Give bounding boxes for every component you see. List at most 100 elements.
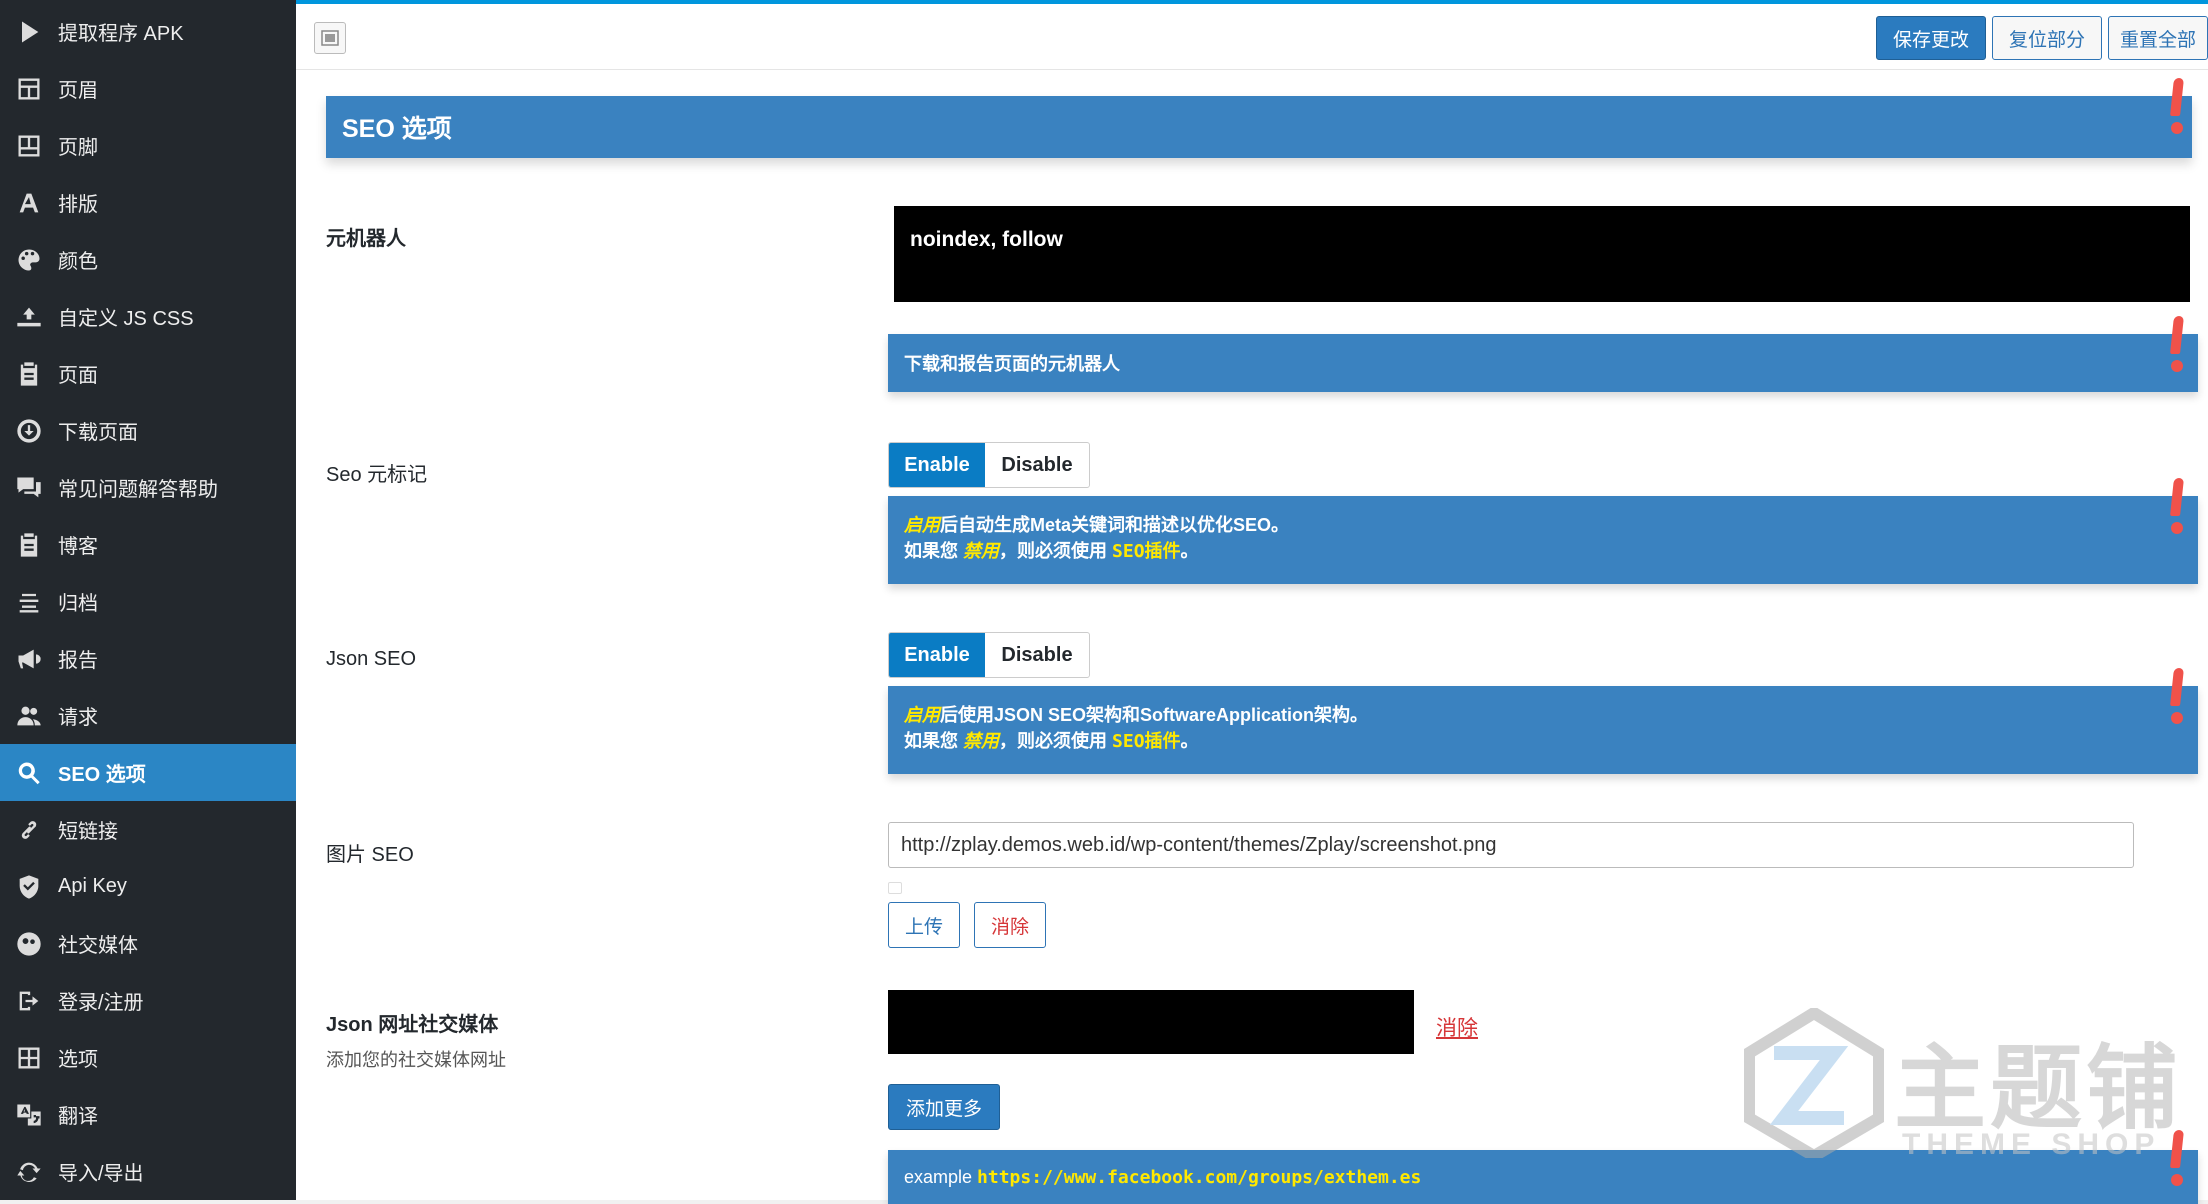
json-seo-enable-button[interactable]: Enable [889, 633, 985, 677]
watermark-subtext: THEME SHOP [1902, 1128, 2161, 1161]
palette-icon [0, 246, 58, 274]
expand-options-button[interactable] [314, 22, 346, 54]
field-label-json-social: Json 网址社交媒体 [326, 1014, 499, 1036]
link-icon [0, 816, 58, 844]
sidebar-item-login-register[interactable]: 登录/注册 [0, 972, 296, 1029]
sidebar-item-label: 选项 [58, 1049, 98, 1071]
seo-meta-info-box: 启用后自动生成Meta关键词和描述以优化SEO。 如果您 禁用，则必须使用 SE… [888, 496, 2198, 584]
remove-social-link[interactable]: 消除 [1436, 1012, 1478, 1042]
image-url-input[interactable]: http://zplay.demos.web.id/wp-content/the… [888, 822, 2134, 868]
translate-icon [0, 1101, 58, 1129]
enable-highlight: 启用 [904, 705, 940, 725]
warning-exclamation-icon [2166, 668, 2188, 726]
sidebar-item-download-page[interactable]: 下载页面 [0, 402, 296, 459]
refresh-icon [0, 1158, 58, 1186]
image-preview-placeholder [888, 882, 902, 894]
save-changes-button[interactable]: 保存更改 [1876, 16, 1986, 60]
sidebar-item-import-export[interactable]: 导入/导出 [0, 1143, 296, 1200]
users-icon [0, 702, 58, 730]
sidebar-item-social-media[interactable]: 社交媒体 [0, 915, 296, 972]
sidebar-item-label: 下载页面 [58, 422, 138, 444]
sidebar-item-label: 导入/导出 [58, 1163, 144, 1185]
play-icon [0, 18, 58, 46]
example-url: https://www.facebook.com/groups/exthem.e… [977, 1166, 1422, 1188]
robots-info-box: 下载和报告页面的元机器人 [888, 334, 2198, 392]
sidebar-item-label: 排版 [58, 194, 98, 216]
seo-meta-enable-button[interactable]: Enable [889, 443, 985, 487]
reset-section-button[interactable]: 复位部分 [1992, 16, 2102, 60]
reset-all-button[interactable]: 重置全部 [2108, 16, 2208, 60]
sidebar-item-label: 归档 [58, 593, 98, 615]
clipboard-icon [0, 531, 58, 559]
json-seo-info-box: 启用后使用JSON SEO架构和SoftwareApplication架构。 如… [888, 686, 2198, 774]
sidebar-item-label: 页面 [58, 365, 98, 387]
sidebar-item-label: SEO 选项 [58, 764, 146, 786]
enable-highlight: 启用 [904, 515, 940, 535]
layout-icon [0, 132, 58, 160]
panel-icon [321, 30, 339, 46]
seo-plugin-highlight: SEO插件 [1112, 731, 1181, 752]
download-icon [0, 417, 58, 445]
sidebar-item-blog[interactable]: 博客 [0, 516, 296, 573]
sidebar-item-pages[interactable]: 页面 [0, 345, 296, 402]
json-seo-disable-button[interactable]: Disable [985, 633, 1089, 677]
add-more-button[interactable]: 添加更多 [888, 1084, 1000, 1130]
warning-exclamation-icon [2166, 478, 2188, 536]
comments-icon [0, 474, 58, 502]
people-icon [0, 930, 58, 958]
sidebar-item-label: 提取程序 APK [58, 23, 184, 45]
field-label-image-seo: 图片 SEO [326, 844, 414, 866]
robots-info-text: 下载和报告页面的元机器人 [904, 354, 1120, 374]
sidebar-item-label: 请求 [58, 707, 98, 729]
sidebar-item-faq[interactable]: 常见问题解答帮助 [0, 459, 296, 516]
sidebar-item-header[interactable]: 页眉 [0, 60, 296, 117]
sidebar-item-options[interactable]: 选项 [0, 1029, 296, 1086]
disable-highlight: 禁用 [963, 731, 1000, 751]
sidebar-item-extract-apk[interactable]: 提取程序 APK [0, 3, 296, 60]
info-text: 。 [1180, 541, 1199, 561]
social-url-input[interactable] [888, 990, 1414, 1054]
admin-sidebar: 提取程序 APK 页眉 页脚 排版 颜色 自定义 JS CSS 页面 下载页面 … [0, 0, 296, 1200]
sidebar-item-custom-js-css[interactable]: 自定义 JS CSS [0, 288, 296, 345]
search-icon [0, 759, 58, 787]
info-text: 后使用JSON SEO架构和SoftwareApplication架构。 [940, 705, 1369, 725]
shield-icon [0, 873, 58, 901]
sidebar-item-label: 登录/注册 [58, 992, 144, 1014]
sidebar-item-label: 页脚 [58, 137, 98, 159]
sidebar-item-translate[interactable]: 翻译 [0, 1086, 296, 1143]
remove-image-button[interactable]: 消除 [974, 902, 1046, 948]
info-text: ，则必须使用 [999, 541, 1113, 561]
field-label-seo-meta: Seo 元标记 [326, 464, 428, 486]
grid-icon [0, 1044, 58, 1072]
sidebar-item-footer[interactable]: 页脚 [0, 117, 296, 174]
upload-button[interactable]: 上传 [888, 902, 960, 948]
info-text: 。 [1180, 731, 1199, 751]
options-panel: 保存更改 复位部分 重置全部 SEO 选项 元机器人 noindex, foll… [296, 4, 2208, 1204]
json-seo-toggle: Enable Disable [888, 632, 1090, 678]
sidebar-item-label: 页眉 [58, 80, 98, 102]
sidebar-item-label: 社交媒体 [58, 935, 138, 957]
field-label-json-seo: Json SEO [326, 648, 417, 670]
sidebar-item-short-link[interactable]: 短链接 [0, 801, 296, 858]
exit-icon [0, 987, 58, 1015]
seo-meta-disable-button[interactable]: Disable [985, 443, 1089, 487]
sidebar-item-typography[interactable]: 排版 [0, 174, 296, 231]
sidebar-item-colors[interactable]: 颜色 [0, 231, 296, 288]
zp-logo-icon [1744, 1008, 1884, 1158]
sidebar-item-reports[interactable]: 报告 [0, 630, 296, 687]
seo-meta-toggle: Enable Disable [888, 442, 1090, 488]
sidebar-item-archive[interactable]: 归档 [0, 573, 296, 630]
info-text: 如果您 [904, 731, 964, 751]
layout-icon [0, 75, 58, 103]
sidebar-item-label: 报告 [58, 650, 98, 672]
robots-textarea[interactable]: noindex, follow [894, 206, 2190, 302]
section-title: SEO 选项 [342, 115, 452, 143]
sidebar-item-seo-options[interactable]: SEO 选项 [0, 744, 296, 801]
sidebar-item-api-key[interactable]: Api Key [0, 858, 296, 915]
font-icon [0, 189, 58, 217]
warning-exclamation-icon [2166, 316, 2188, 374]
align-icon [0, 588, 58, 616]
sidebar-item-requests[interactable]: 请求 [0, 687, 296, 744]
sidebar-item-label: 颜色 [58, 251, 98, 273]
theme-shop-watermark: 主题铺 THEME SHOP [1744, 1008, 2208, 1178]
